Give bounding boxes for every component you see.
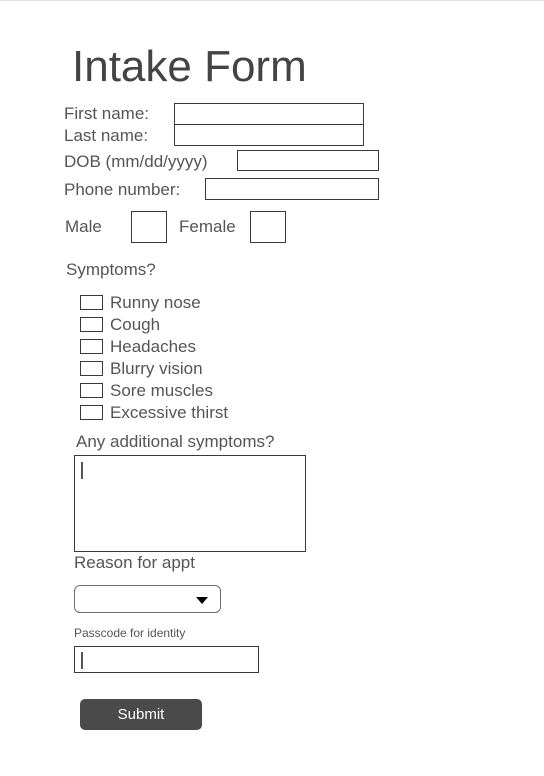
first-name-input[interactable] bbox=[174, 103, 364, 125]
symptom-option-cough[interactable]: Cough bbox=[80, 315, 380, 337]
symptom-label: Cough bbox=[110, 315, 161, 334]
gender-male-checkbox[interactable] bbox=[131, 211, 167, 243]
symptom-label: Runny nose bbox=[110, 293, 201, 312]
symptom-option-runny-nose[interactable]: Runny nose bbox=[80, 293, 380, 315]
intake-form-page: Intake Form First name: Last name: DOB (… bbox=[0, 0, 544, 776]
additional-symptoms-label: Any additional symptoms? bbox=[76, 432, 275, 451]
checkbox-icon[interactable] bbox=[80, 339, 103, 354]
symptoms-heading: Symptoms? bbox=[66, 260, 156, 279]
passcode-label: Passcode for identity bbox=[74, 626, 186, 640]
gender-female-checkbox[interactable] bbox=[250, 211, 286, 243]
last-name-input[interactable] bbox=[174, 124, 364, 146]
symptom-option-headaches[interactable]: Headaches bbox=[80, 337, 380, 359]
symptom-option-sore-muscles[interactable]: Sore muscles bbox=[80, 381, 380, 403]
dob-label: DOB (mm/dd/yyyy) bbox=[64, 152, 208, 171]
symptom-option-blurry-vision[interactable]: Blurry vision bbox=[80, 359, 380, 381]
symptom-option-excessive-thirst[interactable]: Excessive thirst bbox=[80, 403, 380, 425]
chevron-down-icon[interactable] bbox=[196, 597, 208, 604]
symptom-label: Headaches bbox=[110, 337, 197, 356]
checkbox-icon[interactable] bbox=[80, 361, 103, 376]
text-caret bbox=[81, 652, 83, 669]
checkbox-icon[interactable] bbox=[80, 317, 103, 332]
phone-number-label: Phone number: bbox=[64, 180, 181, 199]
submit-button[interactable]: Submit bbox=[80, 699, 202, 730]
gender-male-label: Male bbox=[65, 217, 102, 236]
additional-symptoms-textarea[interactable] bbox=[74, 455, 306, 552]
reason-for-appt-select[interactable] bbox=[74, 585, 221, 613]
dob-input[interactable] bbox=[237, 150, 379, 171]
gender-female-label: Female bbox=[179, 217, 236, 236]
passcode-input[interactable] bbox=[74, 646, 259, 673]
symptoms-list: Runny nose Cough Headaches Blurry vision… bbox=[80, 293, 380, 425]
phone-number-input[interactable] bbox=[205, 178, 379, 200]
reason-for-appt-label: Reason for appt bbox=[74, 553, 195, 572]
checkbox-icon[interactable] bbox=[80, 383, 103, 398]
text-caret bbox=[81, 462, 83, 479]
checkbox-icon[interactable] bbox=[80, 295, 103, 310]
top-divider bbox=[0, 0, 544, 1]
page-title: Intake Form bbox=[72, 42, 307, 91]
symptom-label: Excessive thirst bbox=[110, 403, 229, 422]
symptom-label: Blurry vision bbox=[110, 359, 203, 378]
checkbox-icon[interactable] bbox=[80, 405, 103, 420]
symptom-label: Sore muscles bbox=[110, 381, 213, 400]
last-name-label: Last name: bbox=[64, 126, 149, 145]
first-name-label: First name: bbox=[64, 104, 150, 123]
